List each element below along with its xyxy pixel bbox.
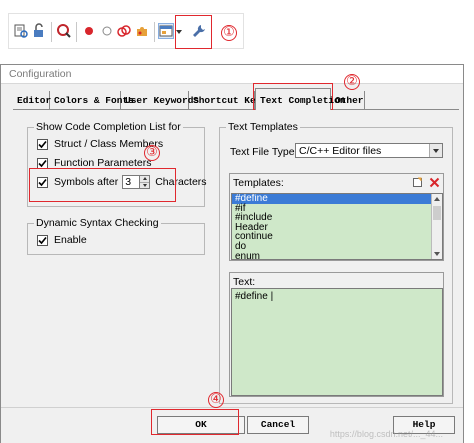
text-templates-group-title: Text Templates xyxy=(226,121,300,133)
enable-checkbox[interactable] xyxy=(37,234,48,246)
scroll-up-icon[interactable] xyxy=(434,197,440,201)
toolbar-separator xyxy=(154,22,155,42)
tab-text-completion[interactable]: Text Completion xyxy=(255,88,346,110)
syntax-checking-group-title: Dynamic Syntax Checking xyxy=(34,217,161,229)
dialog-title: Configuration xyxy=(9,68,72,80)
list-item[interactable]: enum xyxy=(232,251,442,259)
text-label: Text: xyxy=(233,276,256,288)
tab-panel-border xyxy=(13,109,459,110)
zoom-search-icon[interactable] xyxy=(56,23,72,39)
lock-icon[interactable] xyxy=(31,23,47,39)
list-item[interactable]: #define xyxy=(232,194,442,204)
enable-syntax-checking-option[interactable]: Enable xyxy=(37,234,87,246)
toolbar-separator xyxy=(51,22,52,42)
scroll-thumb[interactable] xyxy=(433,206,441,220)
configuration-dialog: Configuration Editor Colors & Fonts User… xyxy=(0,64,464,443)
templates-label: Templates: xyxy=(233,177,284,189)
templates-listbox[interactable]: #define #if #include Header continue do … xyxy=(231,193,443,260)
window-layout-icon[interactable] xyxy=(158,23,174,39)
annotation-box-3 xyxy=(29,168,176,202)
tab-colors-fonts[interactable]: Colors & Fonts xyxy=(50,91,134,109)
code-completion-group-title: Show Code Completion List for xyxy=(34,121,183,133)
annotation-number-3: ③ xyxy=(144,145,160,161)
cancel-button[interactable]: Cancel xyxy=(247,416,309,434)
text-file-types-label: Text File Types: xyxy=(230,146,303,158)
tab-shortcut-keys[interactable]: Shortcut Keys xyxy=(189,91,267,109)
circle-outline-icon[interactable] xyxy=(99,23,115,39)
annotation-number-4: ④ xyxy=(208,392,224,408)
marker-icon[interactable] xyxy=(116,23,132,39)
new-template-icon[interactable] xyxy=(411,176,424,189)
puzzle-icon[interactable] xyxy=(134,23,150,39)
annotation-number-2: ② xyxy=(344,74,360,90)
annotation-box-1 xyxy=(175,15,212,49)
annotation-box-4 xyxy=(151,409,239,435)
record-macro-icon[interactable] xyxy=(81,23,97,39)
struct-class-members-checkbox[interactable] xyxy=(37,138,48,150)
find-in-files-icon[interactable] xyxy=(13,23,29,39)
dialog-titlebar: Configuration xyxy=(1,65,463,84)
delete-template-icon[interactable] xyxy=(428,176,441,189)
scroll-down-icon[interactable] xyxy=(434,252,440,256)
function-parameters-checkbox[interactable] xyxy=(37,157,48,169)
text-file-types-value: C/C++ Editor files xyxy=(299,145,382,157)
annotation-number-1: ① xyxy=(221,25,237,41)
templates-scrollbar[interactable] xyxy=(431,194,442,259)
list-item[interactable]: do xyxy=(232,242,442,252)
tab-user-keywords[interactable]: User Keywords xyxy=(121,91,199,109)
chevron-down-icon[interactable] xyxy=(429,144,442,157)
list-item[interactable]: continue xyxy=(232,232,442,242)
text-file-types-select[interactable]: C/C++ Editor files xyxy=(295,143,443,158)
tab-editor[interactable]: Editor xyxy=(13,91,51,109)
enable-label: Enable xyxy=(54,234,87,246)
toolbar-separator xyxy=(76,22,77,42)
watermark: https://blog.csdn.net/..._44... xyxy=(329,429,443,439)
template-text-area[interactable]: #define | xyxy=(231,288,443,396)
